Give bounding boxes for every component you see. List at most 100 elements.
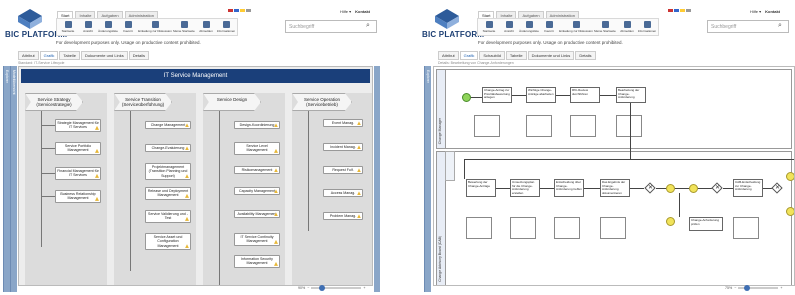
process-box[interactable]: Event Manag. — [323, 119, 363, 128]
ribbon-informationen[interactable]: Informationen — [638, 20, 656, 34]
zoom-out-icon[interactable]: − — [307, 286, 309, 290]
tab-attribut[interactable]: Attribut — [438, 51, 459, 60]
zoom-out-icon[interactable]: − — [734, 286, 736, 290]
process-box[interactable]: Risikomanagement — [234, 166, 280, 175]
tab-attribut[interactable]: Attribut — [18, 51, 39, 60]
process-box[interactable]: Service Validierung und -Test — [145, 210, 191, 223]
end-event-icon[interactable] — [786, 207, 794, 216]
ribbon-ansicht[interactable]: Ansicht — [501, 20, 517, 34]
ribbon-favorit[interactable]: Favorit — [120, 20, 136, 34]
bic-platform-logo[interactable]: BIC PLATFORM — [422, 8, 484, 39]
process-box[interactable]: Availability Management — [234, 210, 280, 219]
tab-dokumente[interactable]: Dokumente und Links — [81, 51, 128, 60]
tab-schaubild[interactable]: Schaubild — [479, 51, 505, 60]
bic-platform-logo[interactable]: BIC PLATFORM — [5, 8, 67, 39]
task-box[interactable]: CAB-Entscheidung zur Change-Anforderung — [733, 179, 763, 197]
task-box[interactable]: Entscheidung über Change-Anforderung tre… — [554, 179, 584, 197]
task-box[interactable]: Umsetzungsplan für die Change-Anforderun… — [510, 179, 540, 197]
help-menu[interactable]: Hilfe ▾ — [750, 9, 761, 14]
tab-grafik[interactable]: Grafik — [39, 51, 59, 60]
phase-service-operation[interactable]: Service Operation (Servicebetrieb) — [292, 93, 352, 111]
process-box[interactable]: Service Portfolio Management — [55, 142, 101, 155]
sequence-flow — [675, 188, 689, 189]
zoom-in-icon[interactable]: + — [780, 286, 782, 290]
breadcrumb: Details: Bearbeitung von Change-Anforder… — [438, 61, 514, 65]
properties-sidebar[interactable] — [374, 66, 380, 292]
intermediate-event-icon[interactable] — [689, 184, 698, 193]
explorer-sidebar[interactable]: Explorer — [424, 66, 431, 292]
task-box[interactable]: Change-Anforderung prüfen — [689, 217, 723, 231]
tab-dokumente[interactable]: Dokumente und Links — [527, 51, 575, 60]
ribbon-einladung[interactable]: Einladung zur Diskussion — [138, 20, 172, 34]
ribbon-favorit[interactable]: Favorit — [541, 20, 557, 34]
task-box[interactable]: RfC-Review durchführen — [570, 87, 600, 103]
task-box[interactable]: Wichtige Change-Anträge abarbeiten — [526, 87, 556, 103]
process-box[interactable]: IT Service Continuity Management — [234, 233, 280, 246]
process-box[interactable]: Service Level Management — [234, 142, 280, 155]
process-box[interactable]: Release und Deployment Management — [145, 187, 191, 200]
process-box[interactable]: Request Fulf. — [323, 166, 363, 175]
task-box[interactable]: Change-Antrag zur Prioritätsbewertung an… — [482, 87, 512, 103]
tab-details[interactable]: Details — [575, 51, 596, 60]
end-event-icon[interactable] — [786, 172, 794, 181]
ribbon-aenderungsliste[interactable]: Änderungsliste — [98, 20, 118, 34]
process-box[interactable]: Projektmanagement (Transition Planning u… — [145, 163, 191, 181]
ribbon-aenderungsliste[interactable]: Änderungsliste — [519, 20, 539, 34]
ribbon-meine-startseite[interactable]: Meine Startseite — [173, 20, 195, 34]
document-annotation — [510, 217, 536, 239]
start-event-icon[interactable] — [462, 93, 471, 102]
ribbon-startseite[interactable]: Startseite — [60, 20, 76, 34]
diagram-canvas[interactable]: IT Service Management Service Strategy (… — [18, 66, 373, 286]
zoom-slider-knob[interactable] — [744, 285, 751, 291]
search-icon[interactable]: ⌕ — [366, 22, 370, 30]
task-box[interactable]: Bearbeitung der Change-Anforderung — [616, 87, 646, 103]
tab-tabelle[interactable]: Tabelle — [59, 51, 81, 60]
task-box[interactable]: Das Ergebnis der Change-Anforderung doku… — [600, 179, 630, 197]
tab-tabelle[interactable]: Tabelle — [505, 51, 527, 60]
process-box[interactable]: Problem Manag. — [323, 212, 363, 221]
search-icon[interactable]: ⌕ — [778, 22, 782, 30]
search-input[interactable]: Suchbegriff — [285, 20, 377, 33]
tab-details[interactable]: Details — [128, 51, 149, 60]
process-box[interactable]: Service Asset und Configuration Manageme… — [145, 233, 191, 251]
process-box[interactable]: Strategie Management für IT Services — [55, 119, 101, 132]
process-box[interactable]: Information Security Management — [234, 255, 280, 268]
zoom-slider[interactable] — [738, 285, 779, 291]
process-box[interactable]: Capacity Management — [234, 187, 280, 196]
language-flags[interactable] — [228, 9, 251, 12]
intermediate-event-icon[interactable] — [666, 217, 675, 226]
ribbon-informationen[interactable]: Informationen — [217, 20, 235, 34]
phase-service-transition[interactable]: Service Transition (Serviceüberführung) — [114, 93, 172, 111]
ribbon-abmelden[interactable]: Abmelden — [198, 20, 214, 34]
phase-service-design[interactable]: Service Design — [203, 93, 261, 111]
zoom-slider[interactable] — [311, 285, 362, 291]
contact-link[interactable]: Kontakt — [355, 9, 370, 14]
process-box[interactable]: Design-Koordinierung — [234, 121, 280, 130]
process-box[interactable]: Financial Management für IT Services — [55, 167, 101, 180]
phase-service-strategy[interactable]: Service Strategy (Servicestrategie) — [25, 93, 83, 111]
document-annotation — [466, 217, 492, 239]
help-menu[interactable]: Hilfe ▾ — [340, 9, 351, 14]
process-box[interactable]: Business Relationship Management — [55, 190, 101, 203]
zoom-in-icon[interactable]: + — [363, 286, 365, 290]
contact-link[interactable]: Kontakt — [765, 9, 780, 14]
process-box[interactable]: Incident Manag. — [323, 143, 363, 152]
ribbon-startseite[interactable]: Startseite — [481, 20, 497, 34]
intermediate-event-icon[interactable] — [666, 184, 675, 193]
process-box[interactable]: Change Management — [145, 121, 191, 130]
ribbon-einladung[interactable]: Einladung zur Diskussion — [559, 20, 593, 34]
process-box[interactable]: Change-Evaluierung — [145, 144, 191, 153]
explorer-sidebar[interactable]: Explorer — [3, 66, 10, 292]
lane-change-manager[interactable]: Change Manager — [436, 69, 792, 149]
task-box[interactable]: Bewertung der Change-Anträge — [466, 179, 496, 197]
tab-grafik[interactable]: Grafik — [459, 51, 479, 60]
ribbon-ansicht[interactable]: Ansicht — [80, 20, 96, 34]
language-flags[interactable] — [668, 9, 691, 12]
bpmn-canvas[interactable]: Change Manager Change Advisory Board (CA… — [433, 66, 795, 286]
ribbon-abmelden[interactable]: Abmelden — [619, 20, 635, 34]
search-input[interactable]: Suchbegriff — [707, 20, 789, 33]
ribbon-meine-startseite[interactable]: Meine Startseite — [594, 20, 616, 34]
zoom-slider-knob[interactable] — [319, 285, 326, 291]
process-box[interactable]: Access Manag. — [323, 189, 363, 198]
model-overview-sidebar[interactable]: Modellübersicht — [10, 66, 17, 292]
